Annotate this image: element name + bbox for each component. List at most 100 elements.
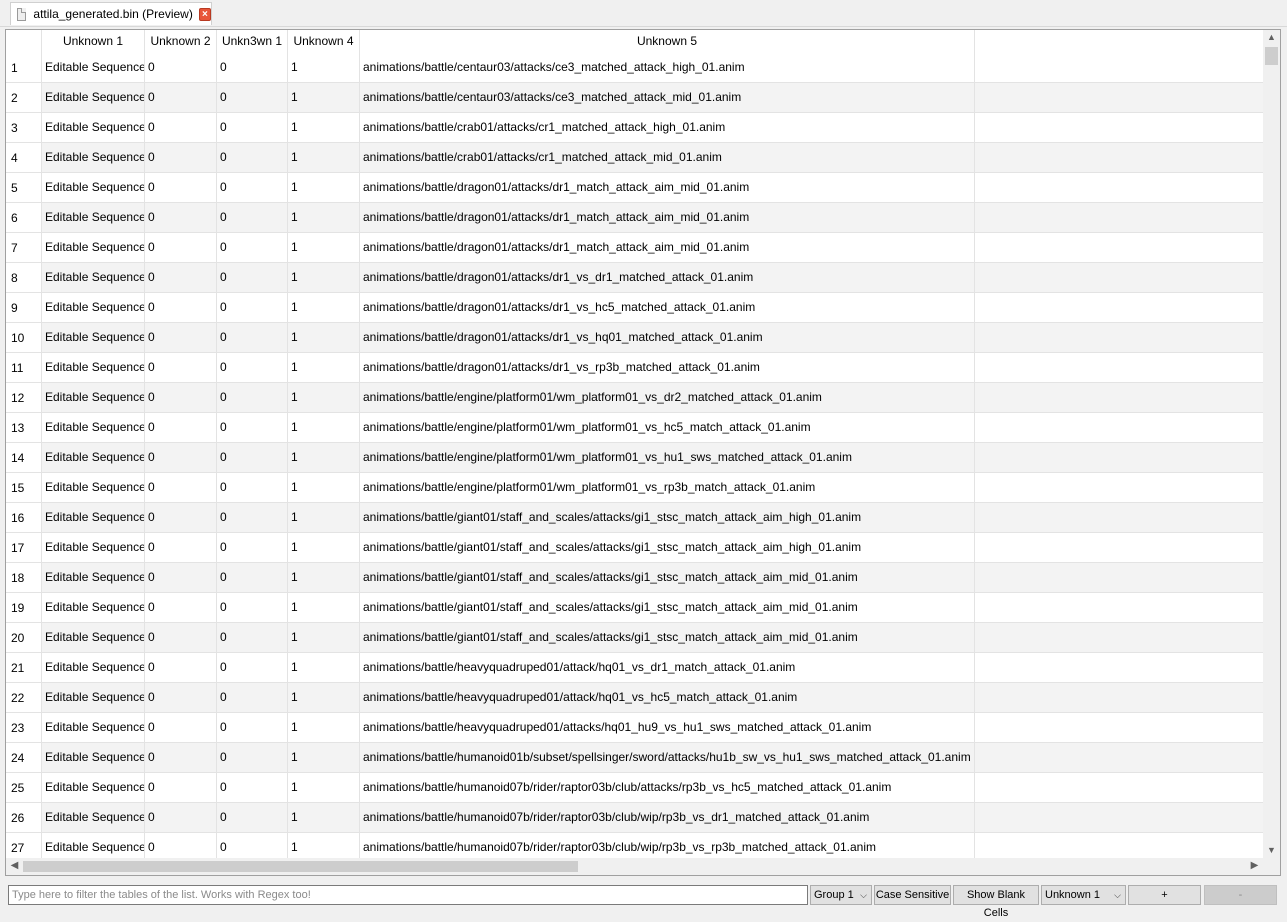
table-cell[interactable]: 1 <box>288 563 360 592</box>
table-cell[interactable]: 0 <box>217 803 288 832</box>
scroll-left-icon[interactable]: ◀ <box>7 860 22 871</box>
table-cell[interactable]: 0 <box>145 833 217 859</box>
table-row[interactable]: 20 Editable Sequence 0 0 1 animations/battle/… <box>6 623 1264 653</box>
table-cell[interactable]: animations/battle/giant01/staff_and_scal… <box>360 593 975 622</box>
table-row[interactable]: 24 Editable Sequence 0 0 1 animations/battle/… <box>6 743 1264 773</box>
table-cell[interactable]: 0 <box>217 563 288 592</box>
group-select[interactable]: Group 1 ⌵ <box>810 885 872 905</box>
column-header[interactable]: Unknown 4 <box>288 30 360 53</box>
table-cell[interactable]: 0 <box>145 413 217 442</box>
table-cell[interactable]: 1 <box>288 323 360 352</box>
table-cell[interactable]: animations/battle/centaur03/attacks/ce3_… <box>360 83 975 112</box>
table-cell[interactable]: 1 <box>288 623 360 652</box>
table-cell[interactable]: 0 <box>145 773 217 802</box>
table-cell[interactable]: Editable Sequence <box>42 353 145 382</box>
table-row[interactable]: 15 Editable Sequence 0 0 1 animations/battle/… <box>6 473 1264 503</box>
table-cell[interactable]: 0 <box>145 173 217 202</box>
table-cell[interactable]: animations/battle/giant01/staff_and_scal… <box>360 503 975 532</box>
table-cell[interactable]: Editable Sequence <box>42 293 145 322</box>
table-cell[interactable]: Editable Sequence <box>42 503 145 532</box>
table-cell[interactable]: 1 <box>288 53 360 82</box>
table-row[interactable]: 2 Editable Sequence 0 0 1 animations/battle/c… <box>6 83 1264 113</box>
table-cell[interactable]: 0 <box>217 593 288 622</box>
table-row[interactable]: 22 Editable Sequence 0 0 1 animations/battle/… <box>6 683 1264 713</box>
table-cell[interactable]: Editable Sequence <box>42 383 145 412</box>
table-cell[interactable]: 1 <box>288 533 360 562</box>
table-row[interactable]: 3 Editable Sequence 0 0 1 animations/battle/c… <box>6 113 1264 143</box>
table-cell[interactable]: 0 <box>145 713 217 742</box>
table-cell[interactable]: 1 <box>288 413 360 442</box>
add-filter-button[interactable]: + <box>1128 885 1201 905</box>
table-cell[interactable]: 0 <box>217 743 288 772</box>
table-cell[interactable]: 0 <box>145 533 217 562</box>
table-row[interactable]: 27 Editable Sequence 0 0 1 animations/battle/… <box>6 833 1264 859</box>
table-cell[interactable]: Editable Sequence <box>42 773 145 802</box>
table-row[interactable]: 16 Editable Sequence 0 0 1 animations/battle/… <box>6 503 1264 533</box>
table-cell[interactable]: animations/battle/dragon01/attacks/dr1_m… <box>360 173 975 202</box>
table-cell[interactable]: 0 <box>145 473 217 502</box>
table-cell[interactable]: 0 <box>145 233 217 262</box>
table-cell[interactable]: 0 <box>145 743 217 772</box>
table-cell[interactable]: 0 <box>217 713 288 742</box>
table-cell[interactable]: animations/battle/dragon01/attacks/dr1_v… <box>360 323 975 352</box>
table-cell[interactable]: 0 <box>145 593 217 622</box>
table-cell[interactable]: 0 <box>217 833 288 859</box>
table-cell[interactable]: 0 <box>217 143 288 172</box>
table-row[interactable]: 1 Editable Sequence 0 0 1 animations/battle/c… <box>6 53 1264 83</box>
table-cell[interactable]: Editable Sequence <box>42 833 145 859</box>
table-cell[interactable]: 0 <box>217 293 288 322</box>
table-cell[interactable]: 0 <box>145 353 217 382</box>
table-cell[interactable]: 0 <box>217 683 288 712</box>
table-cell[interactable]: Editable Sequence <box>42 203 145 232</box>
table-cell[interactable]: 1 <box>288 83 360 112</box>
table-cell[interactable]: 1 <box>288 503 360 532</box>
table-cell[interactable]: Editable Sequence <box>42 743 145 772</box>
table-cell[interactable]: 0 <box>145 563 217 592</box>
table-cell[interactable]: 1 <box>288 113 360 142</box>
table-cell[interactable]: 1 <box>288 233 360 262</box>
table-cell[interactable]: animations/battle/heavyquadruped01/attac… <box>360 683 975 712</box>
table-cell[interactable]: animations/battle/humanoid07b/rider/rapt… <box>360 773 975 802</box>
table-cell[interactable]: animations/battle/dragon01/attacks/dr1_v… <box>360 353 975 382</box>
table-cell[interactable]: 1 <box>288 593 360 622</box>
table-cell[interactable]: Editable Sequence <box>42 623 145 652</box>
table-cell[interactable]: 1 <box>288 473 360 502</box>
table-cell[interactable]: 1 <box>288 173 360 202</box>
table-cell[interactable]: Editable Sequence <box>42 683 145 712</box>
table-cell[interactable]: animations/battle/engine/platform01/wm_p… <box>360 413 975 442</box>
table-cell[interactable]: 1 <box>288 143 360 172</box>
table-cell[interactable]: 0 <box>145 653 217 682</box>
table-row[interactable]: 4 Editable Sequence 0 0 1 animations/battle/c… <box>6 143 1264 173</box>
horizontal-scrollbar[interactable]: ◀ ▶ <box>6 858 1264 875</box>
table-cell[interactable]: 1 <box>288 653 360 682</box>
show-blank-cells-button[interactable]: Show Blank Cells <box>953 885 1039 919</box>
table-row[interactable]: 12 Editable Sequence 0 0 1 animations/battle/… <box>6 383 1264 413</box>
table-cell[interactable]: 1 <box>288 203 360 232</box>
table-cell[interactable]: 0 <box>217 113 288 142</box>
table-cell[interactable]: 0 <box>217 653 288 682</box>
table-cell[interactable]: Editable Sequence <box>42 803 145 832</box>
table-cell[interactable]: 0 <box>145 53 217 82</box>
vertical-scroll-thumb[interactable] <box>1265 47 1278 65</box>
table-cell[interactable]: 0 <box>217 53 288 82</box>
table-cell[interactable]: 0 <box>145 383 217 412</box>
table-cell[interactable]: 1 <box>288 293 360 322</box>
table-cell[interactable]: animations/battle/humanoid01b/subset/spe… <box>360 743 975 772</box>
table-cell[interactable]: 1 <box>288 443 360 472</box>
table-row[interactable]: 13 Editable Sequence 0 0 1 animations/battle/… <box>6 413 1264 443</box>
table-cell[interactable]: animations/battle/engine/platform01/wm_p… <box>360 383 975 412</box>
table-cell[interactable]: animations/battle/centaur03/attacks/ce3_… <box>360 53 975 82</box>
table-cell[interactable]: Editable Sequence <box>42 113 145 142</box>
table-cell[interactable]: 0 <box>217 773 288 802</box>
table-cell[interactable]: 0 <box>217 383 288 412</box>
table-cell[interactable]: 0 <box>145 503 217 532</box>
remove-filter-button[interactable]: - <box>1204 885 1277 905</box>
table-cell[interactable]: animations/battle/dragon01/attacks/dr1_v… <box>360 263 975 292</box>
table-cell[interactable]: Editable Sequence <box>42 533 145 562</box>
table-row[interactable]: 7 Editable Sequence 0 0 1 animations/battle/d… <box>6 233 1264 263</box>
column-header[interactable]: Unknown 5 <box>360 30 975 53</box>
table-cell[interactable]: Editable Sequence <box>42 473 145 502</box>
filter-input[interactable] <box>8 885 808 905</box>
table-row[interactable]: 25 Editable Sequence 0 0 1 animations/battle/… <box>6 773 1264 803</box>
table-cell[interactable]: Editable Sequence <box>42 323 145 352</box>
